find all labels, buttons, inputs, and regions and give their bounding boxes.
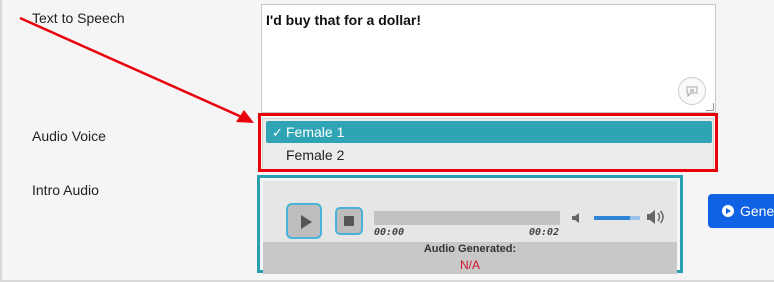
volume-slider-remaining [630,216,640,220]
current-time: 00:00 [374,227,405,238]
clear-icon[interactable] [678,77,706,105]
stop-icon [344,216,354,226]
audio-generated-value: N/A [459,258,480,272]
volume-low-icon[interactable] [570,210,586,226]
tts-textarea[interactable]: I'd buy that for a dollar! [261,4,716,113]
tts-text: I'd buy that for a dollar! [266,12,421,28]
annotation-highlight-box [258,113,718,172]
audio-status-bar: Audio Generated: N/A [263,242,677,274]
generate-button-label: Gene [740,203,774,219]
audio-generated-label: Audio Generated: [423,243,517,255]
resize-handle[interactable] [706,103,714,111]
audio-player: 00:00 00:02 Audio Generated: N/A [257,175,683,274]
audio-voice-label: Audio Voice [32,128,106,144]
tts-label: Text to Speech [32,10,125,26]
intro-audio-label: Intro Audio [32,182,99,198]
stop-button[interactable] [335,207,363,235]
play-button[interactable] [286,203,322,239]
play-icon [301,215,312,229]
generate-button[interactable]: Gene [708,194,774,228]
play-circle-icon [722,205,734,217]
page-left-border [0,0,2,282]
volume-high-icon[interactable] [646,208,666,226]
duration: 00:02 [529,227,560,238]
seek-bar[interactable] [374,211,560,225]
